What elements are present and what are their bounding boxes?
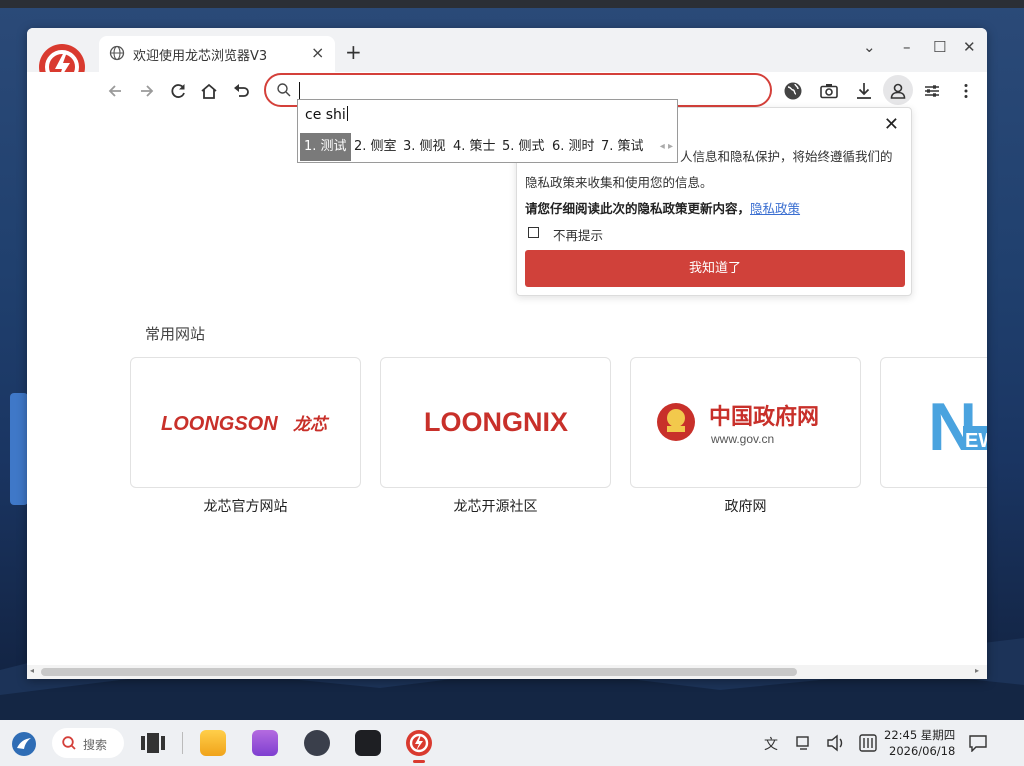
taskbar: 搜索 文 22:45 星期四 2026/06/18 <box>0 720 1024 766</box>
dont-show-again-label: 不再提示 <box>553 228 604 243</box>
dialog-close-icon[interactable]: ✕ <box>884 114 899 135</box>
desktop-side-widget[interactable] <box>10 393 28 505</box>
site-label-loongson[interactable]: 龙芯官方网站 <box>130 496 361 516</box>
taskbar-divider <box>182 732 183 754</box>
minimize-button[interactable]: – <box>903 38 911 56</box>
news-logo: N EW <box>928 389 987 465</box>
ime-candidate-4[interactable]: 4. 策士 <box>449 133 500 161</box>
volume-icon[interactable] <box>826 734 846 752</box>
loongson-logo-suffix: 龙芯 <box>293 415 330 435</box>
privacy-text-line-2: 隐私政策来收集和使用您的信息。 <box>525 175 713 190</box>
ime-pinyin-input: ce shi <box>305 106 348 123</box>
site-tile-gov[interactable]: 中国政府网 www.gov.cn <box>630 357 861 488</box>
terminal-app-icon[interactable] <box>355 730 381 756</box>
gov-logo: 中国政府网 www.gov.cn <box>657 403 819 446</box>
news-logo-sub: EW <box>965 430 987 452</box>
ime-candidate-3[interactable]: 3. 侧视 <box>399 133 450 161</box>
camera-icon[interactable] <box>818 80 840 102</box>
forward-arrow-icon[interactable] <box>135 80 157 102</box>
more-menu-icon[interactable] <box>955 80 977 102</box>
clock-time: 22:45 星期四 <box>884 728 956 742</box>
scrollbar-thumb[interactable] <box>41 668 797 676</box>
site-label-loongnix[interactable]: 龙芯开源社区 <box>380 496 611 516</box>
tab-title: 欢迎使用龙芯浏览器V3 <box>133 49 268 64</box>
globe-icon <box>109 45 125 61</box>
taskbar-search-placeholder: 搜索 <box>83 738 108 752</box>
title-bar: 欢迎使用龙芯浏览器V3 × + ⌄ – ☐ ✕ <box>27 28 987 72</box>
ime-candidate-6[interactable]: 6. 测时 <box>548 133 599 161</box>
message-center-icon[interactable] <box>968 734 988 752</box>
undo-icon[interactable] <box>230 80 252 102</box>
start-menu-icon[interactable] <box>10 730 38 758</box>
ime-page-arrows-icon[interactable]: ◂ ▸ <box>660 141 673 152</box>
ime-candidate-2[interactable]: 2. 侧室 <box>350 133 401 161</box>
file-manager-app-icon[interactable] <box>200 730 226 756</box>
notification-tray-icon[interactable] <box>795 734 813 752</box>
download-icon[interactable] <box>853 80 875 102</box>
reload-icon[interactable] <box>167 80 189 102</box>
site-label-news[interactable]: 新 <box>880 496 987 516</box>
settings-app-icon[interactable] <box>304 730 330 756</box>
privacy-text-line-3: 请您仔细阅读此次的隐私政策更新内容，隐私政策 <box>525 198 800 217</box>
site-tile-news[interactable]: N EW <box>880 357 987 488</box>
search-icon <box>277 83 291 97</box>
site-label-gov[interactable]: 政府网 <box>630 496 861 516</box>
ime-candidate-5[interactable]: 5. 侧式 <box>498 133 549 161</box>
text-cursor <box>299 82 300 99</box>
multitask-view-icon[interactable] <box>140 732 166 754</box>
back-arrow-icon[interactable] <box>105 80 127 102</box>
home-icon[interactable] <box>198 80 220 102</box>
horizontal-scrollbar[interactable]: ◂ ▸ <box>27 665 987 679</box>
tab-list-dropdown-icon[interactable]: ⌄ <box>863 38 876 56</box>
clock-date: 2026/06/18 <box>889 744 956 758</box>
system-clock[interactable]: 22:45 星期四 2026/06/18 <box>884 727 955 759</box>
tab-close-icon[interactable]: × <box>311 43 324 62</box>
taskbar-search-box[interactable]: 搜索 <box>52 728 124 758</box>
ime-cursor <box>346 106 348 121</box>
active-app-indicator <box>413 760 425 763</box>
input-method-icon[interactable]: 文 <box>764 734 778 754</box>
privacy-policy-link[interactable]: 隐私政策 <box>750 201 800 216</box>
ime-candidate-7[interactable]: 7. 策试 <box>597 133 648 161</box>
earth-icon[interactable] <box>782 80 804 102</box>
settings-sliders-icon[interactable] <box>921 80 943 102</box>
frequent-sites-title: 常用网站 <box>145 325 206 343</box>
ime-candidate-1[interactable]: 1. 测试 <box>300 133 351 161</box>
loongnix-logo-text: LOONGNIX <box>424 407 568 437</box>
new-tab-button[interactable]: + <box>345 40 362 64</box>
browser-app-icon[interactable] <box>404 728 434 758</box>
site-tile-loongnix[interactable]: LOONGNIX <box>380 357 611 488</box>
loongnix-logo: LOONGNIX <box>424 407 568 437</box>
loongson-logo: LOONGSON 龙芯 <box>161 413 330 435</box>
gov-logo-url: www.gov.cn <box>710 432 774 446</box>
privacy-text-line-1: 人信息和隐私保护，将始终遵循我们的 <box>680 149 893 164</box>
privacy-text-bold: 请您仔细阅读此次的隐私政策更新内容， <box>525 201 751 216</box>
maximize-button[interactable]: ☐ <box>933 38 946 56</box>
dont-show-again-checkbox[interactable] <box>528 227 539 238</box>
acknowledge-button[interactable]: 我知道了 <box>525 250 905 287</box>
control-center-icon[interactable] <box>858 733 878 753</box>
scroll-left-icon[interactable]: ◂ <box>30 666 34 675</box>
profile-icon[interactable] <box>887 80 909 102</box>
close-window-button[interactable]: ✕ <box>963 38 976 56</box>
gov-logo-text: 中国政府网 <box>709 404 819 430</box>
desktop-top-strip <box>0 0 1024 8</box>
loongson-logo-text: LOONGSON <box>161 413 278 435</box>
taskbar-search-icon <box>62 736 76 750</box>
active-tab[interactable]: 欢迎使用龙芯浏览器V3 × <box>99 36 335 72</box>
ime-candidate-window: ce shi 1. 测试 2. 侧室 3. 侧视 4. 策士 5. 侧式 6. … <box>297 99 678 163</box>
site-tile-loongson[interactable]: LOONGSON 龙芯 <box>130 357 361 488</box>
ime-candidate-list: 1. 测试 2. 侧室 3. 侧视 4. 策士 5. 侧式 6. 测时 7. 策… <box>298 133 679 161</box>
screenshot-app-icon[interactable] <box>252 730 278 756</box>
ime-pinyin-text: ce shi <box>305 107 346 123</box>
scroll-right-icon[interactable]: ▸ <box>975 666 979 675</box>
